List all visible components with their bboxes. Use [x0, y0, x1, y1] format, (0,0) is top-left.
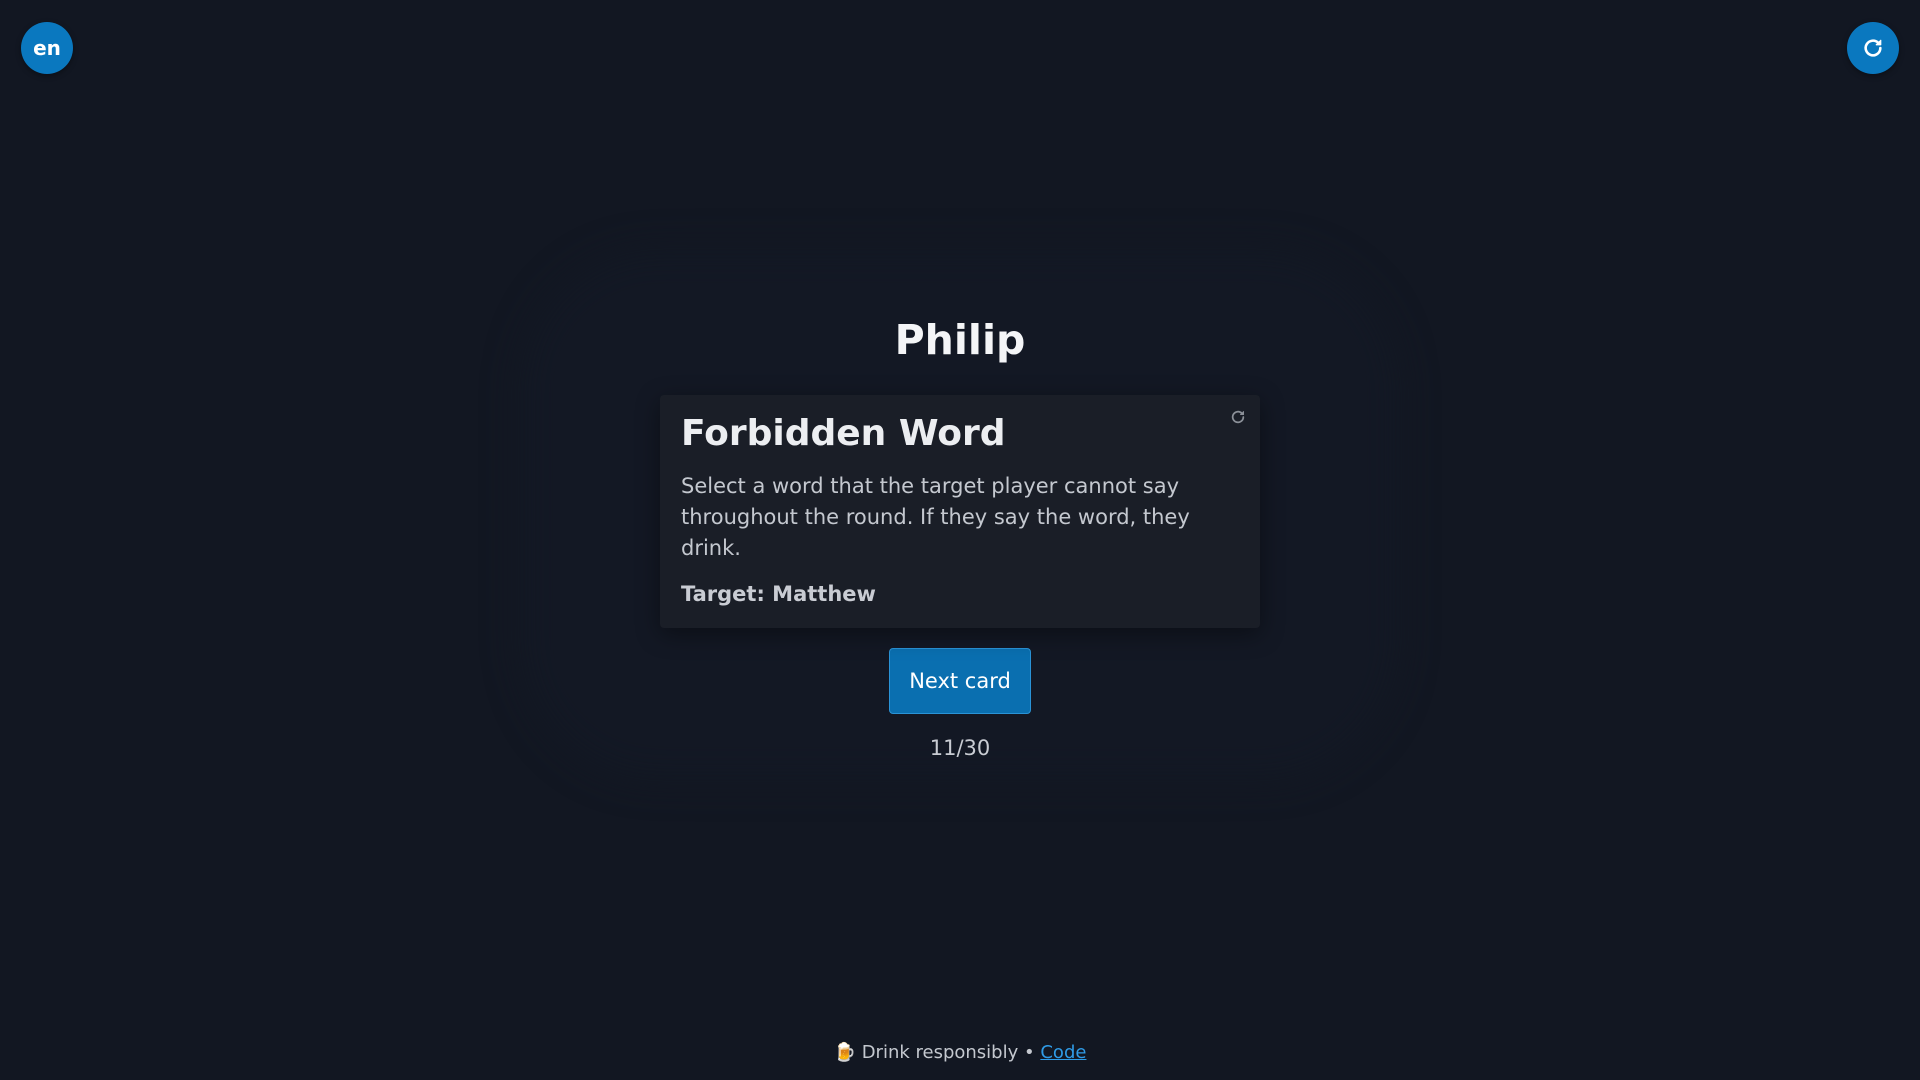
refresh-icon — [1864, 39, 1882, 57]
language-label: en — [33, 36, 61, 60]
restart-button[interactable] — [1847, 22, 1899, 74]
language-button[interactable]: en — [21, 22, 73, 74]
card-description: Select a word that the target player can… — [681, 474, 1190, 560]
refresh-icon — [1231, 410, 1245, 424]
footer-separator: • — [1024, 1042, 1035, 1063]
code-link[interactable]: Code — [1040, 1042, 1086, 1063]
card-title: Forbidden Word — [681, 413, 1006, 454]
next-card-button[interactable]: Next card — [889, 648, 1031, 714]
card-target: Target: Matthew — [681, 582, 876, 606]
beer-icon: 🍺 — [833, 1042, 856, 1063]
player-name: Philip — [894, 316, 1026, 364]
footer-text: Drink responsibly — [861, 1042, 1019, 1063]
game-screen: en Philip Forbidden Word Select a word t… — [0, 0, 1920, 1080]
card-area: Philip Forbidden Word Select a word that… — [0, 305, 1920, 760]
card-counter: 11/30 — [929, 736, 991, 760]
footer: 🍺 Drink responsibly • Code — [0, 1042, 1920, 1063]
card-reroll-button[interactable] — [1228, 407, 1248, 427]
game-card: Forbidden Word Select a word that the ta… — [660, 395, 1260, 628]
